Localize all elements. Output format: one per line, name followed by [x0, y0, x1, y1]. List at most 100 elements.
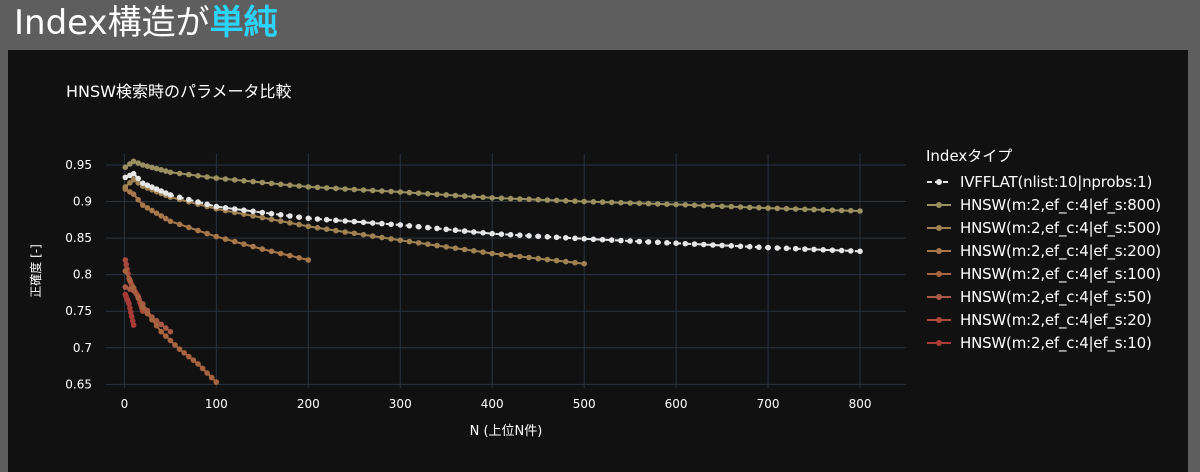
legend-item[interactable]: HNSW(m:2,ef_c:4|ef_s:50): [926, 285, 1188, 308]
legend-label: IVFFLAT(nlist:10|nprobs:1): [960, 172, 1153, 191]
x-tick-label: 800: [849, 397, 872, 411]
legend-item[interactable]: HNSW(m:2,ef_c:4|ef_s:100): [926, 262, 1188, 285]
data-point: [195, 199, 201, 205]
data-point: [480, 230, 486, 236]
data-point: [608, 237, 615, 243]
data-point: [820, 207, 826, 213]
data-point: [259, 214, 266, 221]
data-point: [544, 197, 551, 203]
data-point: [572, 198, 578, 204]
data-point: [581, 198, 587, 205]
data-point: [526, 196, 532, 203]
data-point: [829, 207, 836, 213]
x-tick-label: 600: [665, 397, 688, 411]
legend-item[interactable]: HNSW(m:2,ef_c:4|ef_s:800): [926, 193, 1188, 216]
data-point: [710, 242, 716, 248]
data-point: [186, 171, 192, 178]
data-point: [195, 361, 201, 367]
data-point: [323, 185, 330, 191]
data-point: [122, 268, 129, 274]
data-point: [682, 240, 689, 247]
y-tick-label: 0.7: [73, 341, 92, 355]
data-point: [130, 322, 137, 328]
data-point: [351, 218, 358, 225]
data-point: [130, 170, 137, 177]
data-point: [774, 205, 781, 212]
data-point: [544, 256, 551, 263]
data-point: [259, 179, 266, 186]
data-point: [379, 220, 385, 227]
data-point: [176, 170, 183, 177]
data-point: [811, 246, 817, 253]
legend-label: HNSW(m:2,ef_c:4|ef_s:800): [960, 195, 1161, 214]
data-point: [213, 203, 220, 210]
legend-item[interactable]: HNSW(m:2,ef_c:4|ef_s:200): [926, 239, 1188, 262]
data-point: [848, 207, 854, 214]
slide-title-main: Index構造が: [14, 3, 210, 43]
data-point: [287, 252, 293, 259]
data-point: [135, 175, 141, 182]
legend-title: Indexタイプ: [926, 147, 1013, 165]
data-point: [250, 208, 256, 215]
legend-swatch: [927, 339, 951, 346]
data-point: [471, 229, 477, 235]
data-point: [213, 175, 220, 181]
data-point: [140, 304, 146, 311]
data-point: [388, 236, 394, 242]
data-point: [167, 169, 174, 176]
data-point: [195, 173, 201, 179]
data-point: [802, 246, 808, 252]
data-point: [222, 205, 229, 211]
data-point: [461, 246, 468, 253]
data-point: [728, 243, 735, 249]
data-point: [122, 164, 129, 170]
series-line: [124, 270, 217, 383]
x-tick-label: 300: [389, 397, 412, 411]
data-point: [231, 238, 238, 245]
data-point: [127, 277, 133, 284]
data-point: [535, 196, 541, 203]
data-point: [618, 199, 624, 206]
data-point: [268, 216, 275, 223]
data-point: [829, 247, 836, 253]
data-point: [489, 195, 496, 201]
data-point: [351, 186, 358, 193]
data-point: [572, 259, 578, 266]
data-point: [746, 204, 753, 211]
data-point: [287, 182, 293, 188]
data-point: [213, 233, 220, 240]
legend-swatch-marker: [936, 201, 942, 208]
data-point: [498, 195, 505, 201]
data-point: [369, 233, 376, 239]
data-point: [342, 229, 348, 235]
x-tick-label: 100: [205, 397, 228, 411]
data-point: [406, 189, 413, 196]
data-point: [498, 231, 505, 237]
data-point: [507, 231, 514, 238]
legend-label: HNSW(m:2,ef_c:4|ef_s:500): [960, 218, 1161, 237]
data-point: [305, 215, 312, 222]
data-point: [792, 206, 799, 212]
data-point: [452, 192, 459, 199]
data-point: [296, 183, 302, 189]
data-point: [415, 223, 422, 230]
data-point: [360, 187, 367, 193]
data-point: [314, 225, 321, 231]
data-point: [691, 202, 698, 208]
data-point: [296, 255, 302, 261]
data-point: [599, 199, 606, 205]
legend-item[interactable]: HNSW(m:2,ef_c:4|ef_s:10): [926, 331, 1188, 354]
data-point: [452, 227, 459, 233]
data-point: [700, 202, 707, 209]
data-point: [231, 206, 238, 212]
legend-label: HNSW(m:2,ef_c:4|ef_s:20): [960, 310, 1152, 329]
legend-swatch: [927, 316, 951, 323]
legend-swatch-marker: [936, 270, 942, 277]
data-point: [204, 174, 210, 180]
data-point: [673, 240, 679, 246]
legend-item[interactable]: HNSW(m:2,ef_c:4|ef_s:20): [926, 308, 1188, 331]
data-point: [489, 250, 496, 257]
data-point: [204, 201, 210, 208]
legend-item[interactable]: IVFFLAT(nlist:10|nprobs:1): [926, 170, 1188, 193]
legend-item[interactable]: HNSW(m:2,ef_c:4|ef_s:500): [926, 216, 1188, 239]
